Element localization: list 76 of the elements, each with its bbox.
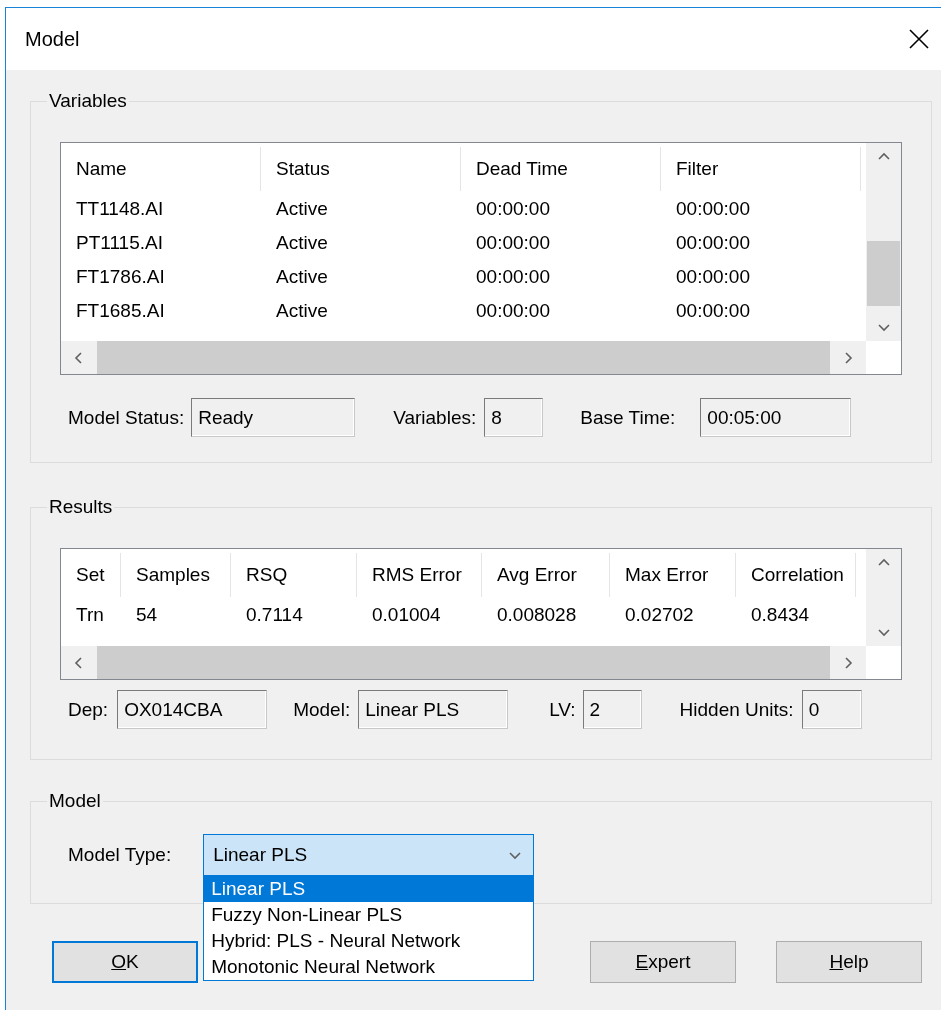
table-cell-text: Trn bbox=[75, 604, 105, 626]
table-cell-text: 00:00:00 bbox=[675, 198, 751, 220]
table-cell-text: TT1148.AI bbox=[75, 198, 165, 220]
table-cell-text: Active bbox=[275, 198, 329, 220]
read-only-field: Linear PLS bbox=[358, 690, 509, 729]
table-cell-text: 00:00:00 bbox=[475, 232, 551, 254]
group-title: Model bbox=[48, 790, 102, 812]
table-cell-text: 00:00:00 bbox=[675, 232, 751, 254]
table-cell-text: 00:00:00 bbox=[675, 266, 751, 288]
horizontal-scrollbar[interactable] bbox=[61, 341, 866, 374]
scroll-down-icon[interactable] bbox=[877, 626, 890, 638]
column-header[interactable]: Filter bbox=[661, 146, 861, 191]
table-cell-text: 00:00:00 bbox=[475, 198, 551, 220]
column-header[interactable]: Dead Time bbox=[461, 146, 661, 191]
close-icon[interactable] bbox=[907, 27, 931, 51]
column-header[interactable]: Name bbox=[61, 146, 261, 191]
dialog-button[interactable]: OK bbox=[52, 941, 198, 983]
column-header[interactable]: Correlation bbox=[736, 552, 856, 597]
list-view[interactable]: Set Samples RSQ RMS Error Avg Error Max Error Correlation Trn 54 0.7114 0.01004 0.008028 0.02702 0.8434 bbox=[60, 548, 902, 680]
dialog-button[interactable]: Expert bbox=[590, 941, 736, 983]
table-cell-text: FT1786.AI bbox=[75, 266, 166, 288]
read-only-field: OX014CBA bbox=[117, 690, 268, 729]
read-only-field: 0 bbox=[801, 690, 862, 729]
field-label: LV: bbox=[549, 698, 576, 721]
table-cell-text: 0.02702 bbox=[624, 604, 695, 626]
dropdown-caret-icon[interactable] bbox=[509, 849, 522, 861]
dropdown-option[interactable]: Linear PLS bbox=[204, 876, 534, 902]
table-cell-text: 0.7114 bbox=[245, 604, 304, 626]
table-cell-text: PT1115.AI bbox=[75, 232, 164, 254]
column-header[interactable]: Samples bbox=[121, 552, 231, 597]
field-label: Variables: bbox=[393, 406, 477, 429]
scroll-left-icon[interactable] bbox=[73, 351, 85, 364]
group-title: Variables bbox=[48, 90, 128, 112]
field-label: Model Status: bbox=[68, 406, 185, 429]
dropdown-option[interactable]: Hybrid: PLS - Neural Network bbox=[204, 928, 534, 954]
read-only-field: 2 bbox=[582, 690, 642, 729]
scroll-down-icon[interactable] bbox=[877, 321, 890, 333]
read-only-field: Ready bbox=[191, 398, 356, 437]
field-label: Base Time: bbox=[580, 406, 676, 429]
table-cell-text: 0.008028 bbox=[496, 604, 578, 626]
group-title: Results bbox=[48, 496, 114, 518]
table-cell-text: 54 bbox=[135, 604, 159, 626]
table-cell-text: Active bbox=[275, 266, 329, 288]
field-label: Dep: bbox=[68, 698, 109, 721]
scroll-right-icon[interactable] bbox=[842, 351, 854, 364]
scroll-thumb[interactable] bbox=[867, 241, 900, 306]
table-cell-text: 00:00:00 bbox=[475, 300, 551, 322]
scroll-right-icon[interactable] bbox=[842, 656, 854, 669]
table-cell-text: FT1685.AI bbox=[75, 300, 166, 322]
table-cell-text: Active bbox=[275, 232, 329, 254]
vertical-scrollbar[interactable] bbox=[866, 549, 901, 646]
table-cell-text: 0.01004 bbox=[371, 604, 442, 626]
vertical-scrollbar[interactable] bbox=[866, 143, 901, 341]
dropdown-option[interactable]: Fuzzy Non-Linear PLS bbox=[204, 902, 534, 928]
table-cell-text: 0.8434 bbox=[750, 604, 811, 626]
field-label: Model Type: bbox=[68, 844, 172, 866]
field-label: Hidden Units: bbox=[679, 698, 794, 721]
column-header[interactable]: RMS Error bbox=[357, 552, 482, 597]
table-cell-text: 00:00:00 bbox=[475, 266, 551, 288]
column-header[interactable]: Max Error bbox=[610, 552, 736, 597]
dialog-button[interactable]: Help bbox=[776, 941, 922, 983]
table-cell-text: Active bbox=[275, 300, 329, 322]
column-header[interactable]: RSQ bbox=[231, 552, 357, 597]
model-type-dropdown[interactable]: Linear PLS bbox=[203, 834, 535, 876]
read-only-field: 8 bbox=[484, 398, 544, 437]
horizontal-scrollbar[interactable] bbox=[61, 646, 866, 679]
table-cell-text: 00:00:00 bbox=[675, 300, 751, 322]
list-view[interactable]: Name Status Dead Time Filter TT1148.AI Active 00:00:00 00:00:00 PT1115.AI Active 00:00:00 00:00:00 FT1786.AI Active 00:00:00 00:00:00 FT1685.AI Active 00:00:00 00:00:00 bbox=[60, 142, 902, 375]
field-label: Model: bbox=[293, 698, 351, 721]
read-only-field: 00:05:00 bbox=[700, 398, 852, 437]
window-title: Model bbox=[25, 27, 80, 51]
scroll-left-icon[interactable] bbox=[73, 656, 85, 669]
column-header[interactable]: Set bbox=[61, 552, 121, 597]
column-header[interactable]: Avg Error bbox=[482, 552, 610, 597]
column-header[interactable]: Status bbox=[261, 146, 461, 191]
dropdown-option[interactable]: Monotonic Neural Network bbox=[204, 954, 534, 980]
